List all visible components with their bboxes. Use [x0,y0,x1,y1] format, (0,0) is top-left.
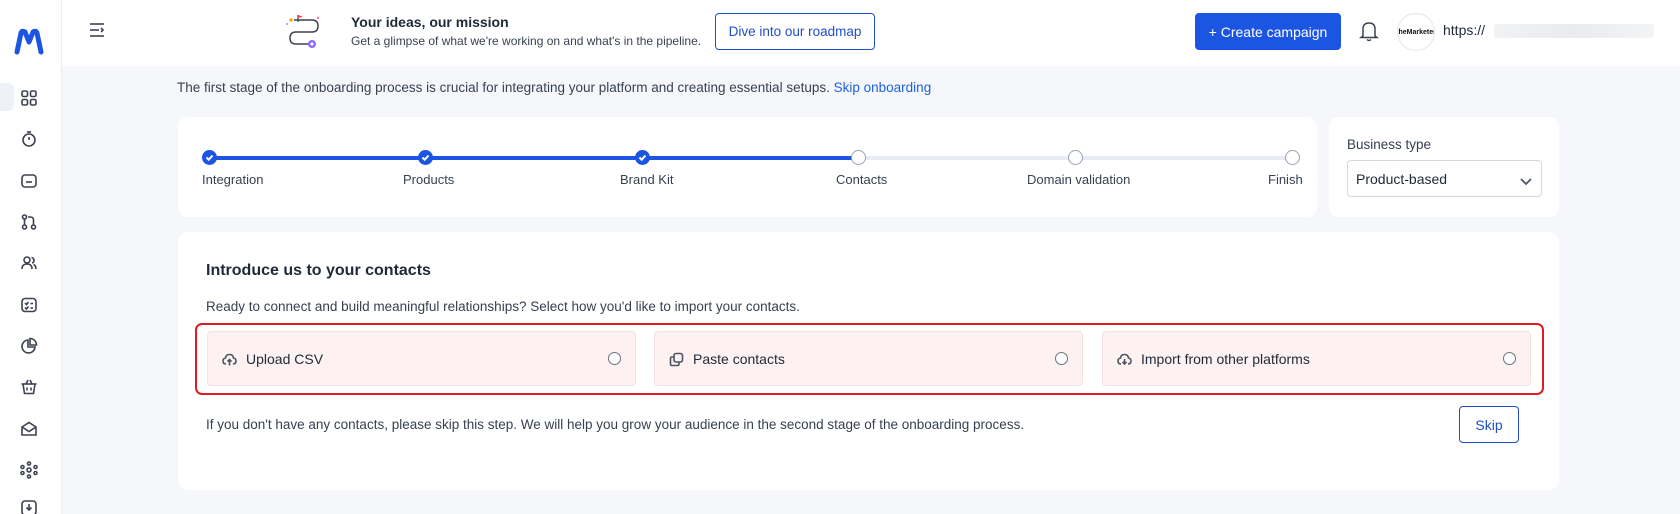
checklist-icon [21,297,37,313]
flow-icon [21,214,37,230]
sidebar-item-integrations[interactable] [18,459,40,481]
sidebar-item-dashboard[interactable] [0,83,40,111]
sidebar-item-flows[interactable] [18,211,40,233]
download-icon [21,500,37,514]
account-avatar[interactable]: theMarketer [1397,13,1435,51]
sidebar-item-downloads[interactable] [18,497,40,514]
import-option-label: Paste contacts [693,351,785,367]
contacts-title: Introduce us to your contacts [206,262,431,279]
menu-toggle[interactable] [88,21,108,39]
skip-step-note: If you don't have any contacts, please s… [206,417,1025,432]
business-type-label: Business type [1347,137,1432,152]
cloud-download-icon [1117,352,1132,367]
onboarding-stepper [178,117,1317,217]
sidebar-item-automation[interactable] [18,128,40,150]
sidebar-item-reports[interactable] [18,335,40,357]
business-type-select[interactable]: Product-based [1347,160,1542,197]
basket-icon [21,379,37,395]
check-icon [638,154,647,162]
import-option-radio[interactable] [608,352,621,365]
dashboard-icon [21,90,37,106]
sidebar-item-products[interactable] [18,376,40,398]
onboarding-intro: The first stage of the onboarding proces… [177,80,931,95]
import-option-upload-csv[interactable]: Upload CSV [207,331,636,386]
step-indicator-finish[interactable] [1285,150,1300,165]
roadmap-button[interactable]: Dive into our roadmap [715,13,875,50]
chevron-down-icon [1519,174,1533,186]
upload-cloud-icon [222,352,237,367]
step-label-contacts: Contacts [836,172,888,187]
sidebar-item-contacts[interactable] [18,252,40,274]
sidebar-item-mail[interactable] [18,418,40,440]
menu-collapse-icon [90,23,105,37]
notifications-button[interactable] [1358,20,1380,42]
import-option-paste-contacts[interactable]: Paste contacts [654,331,1083,386]
check-icon [205,154,214,162]
pie-chart-icon [21,337,38,354]
step-label-domain-validation: Domain validation [1027,172,1131,187]
bell-icon [1358,22,1380,42]
stepper-progress [209,156,859,160]
step-indicator-contacts[interactable] [851,150,866,165]
import-option-radio[interactable] [1503,352,1516,365]
skip-onboarding-link[interactable]: Skip onboarding [834,80,932,95]
import-option-label: Import from other platforms [1141,351,1310,367]
promo-subtitle: Get a glimpse of what we're working on a… [351,34,702,48]
step-indicator-products[interactable] [418,150,433,165]
sidebar-item-tasks[interactable] [18,294,40,316]
business-type-value: Product-based [1356,170,1448,187]
promo-title: Your ideas, our mission [351,14,509,30]
account-url[interactable]: https:// [1443,22,1485,38]
skip-step-button[interactable]: Skip [1459,406,1519,443]
network-icon [20,461,38,479]
step-indicator-integration[interactable] [202,150,217,165]
step-label-finish: Finish [1268,172,1303,187]
step-label-integration: Integration [202,172,264,187]
sidebar [0,0,62,514]
copy-icon [669,352,684,367]
top-header: Your ideas, our mission Get a glimpse of… [62,0,1680,66]
timer-icon [22,131,36,147]
onboarding-intro-text: The first stage of the onboarding proces… [177,80,830,95]
import-option-radio[interactable] [1055,352,1068,365]
folder-icon [21,174,37,188]
import-option-other-platforms[interactable]: Import from other platforms [1102,331,1531,386]
step-indicator-domain-validation[interactable] [1068,150,1083,165]
create-campaign-button[interactable]: + Create campaign [1195,13,1341,50]
step-indicator-brand-kit[interactable] [635,150,650,165]
step-label-products: Products [403,172,455,187]
account-url-redacted [1494,24,1654,38]
sidebar-item-files[interactable] [18,170,40,192]
contacts-description: Ready to connect and build meaningful re… [206,299,800,314]
import-option-label: Upload CSV [246,351,324,367]
users-icon [21,256,37,270]
check-icon [421,154,430,162]
roadmap-illustration-icon [286,15,320,48]
brand-logo-icon[interactable] [14,28,44,56]
mail-icon [21,421,37,436]
step-label-brand-kit: Brand Kit [620,172,674,187]
